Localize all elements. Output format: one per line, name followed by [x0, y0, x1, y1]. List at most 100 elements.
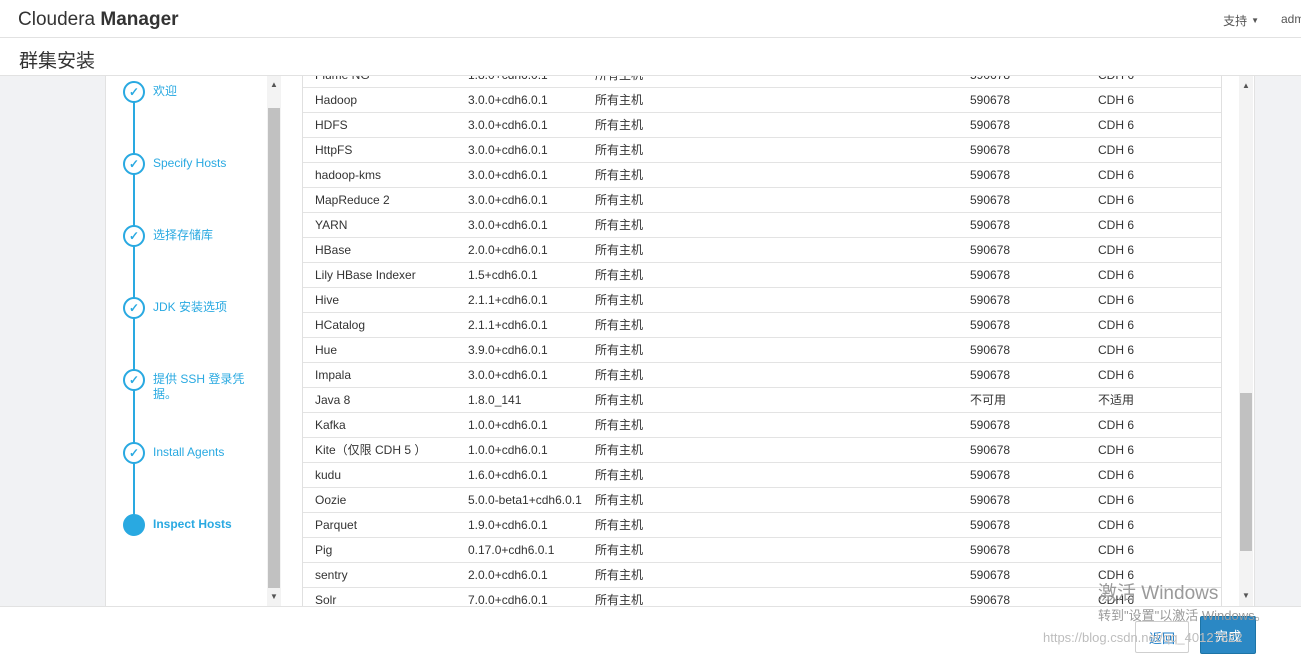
- cell-cdh: CDH 6: [1098, 168, 1135, 182]
- step-label: 选择存储库: [153, 228, 214, 242]
- cell-version: 5.0.0-beta1+cdh6.0.1: [468, 493, 582, 507]
- step-label: Specify Hosts: [153, 156, 227, 170]
- table-row: Kite（仅限 CDH 5 ） 1.0.0+cdh6.0.1 所有主机 590678 C…: [303, 438, 1221, 463]
- cell-release: 590678: [970, 518, 1011, 532]
- table-row: Impala 3.0.0+cdh6.0.1 所有主机 590678 CDH 6: [303, 363, 1221, 388]
- cell-release: 590678: [970, 468, 1011, 482]
- cell-name: Hive: [315, 293, 340, 307]
- cell-cdh: CDH 6: [1098, 193, 1135, 207]
- cell-cdh: CDH 6: [1098, 93, 1135, 107]
- cell-cdh: CDH 6: [1098, 518, 1135, 532]
- scroll-down-arrow-icon[interactable]: ▼: [1242, 591, 1250, 600]
- cell-version: 3.0.0+cdh6.0.1: [468, 368, 548, 382]
- cell-hosts: 所有主机: [595, 393, 644, 407]
- finish-button[interactable]: 完成: [1200, 616, 1256, 654]
- cell-release: 590678: [970, 293, 1011, 307]
- table-row: Pig 0.17.0+cdh6.0.1 所有主机 590678 CDH 6: [303, 538, 1221, 563]
- cell-name: sentry: [315, 568, 348, 582]
- table-row: HBase 2.0.0+cdh6.0.1 所有主机 590678 CDH 6: [303, 238, 1221, 263]
- cell-hosts: 所有主机: [595, 343, 644, 357]
- cell-release: 590678: [970, 568, 1011, 582]
- cell-version: 2.0.0+cdh6.0.1: [468, 243, 548, 257]
- table-row: Hue 3.9.0+cdh6.0.1 所有主机 590678 CDH 6: [303, 338, 1221, 363]
- brand-bold: Manager: [100, 9, 179, 30]
- cell-hosts: 所有主机: [595, 368, 644, 382]
- wizard-panel: ✓ 欢迎 ✓ Specify Hosts ✓ 选择存储库 ✓ JDK 安装选项 …: [105, 76, 1255, 606]
- cell-hosts: 所有主机: [595, 293, 644, 307]
- cell-hosts: 所有主机: [595, 493, 644, 507]
- scroll-down-arrow-icon[interactable]: ▼: [270, 592, 278, 601]
- scrollbar-thumb[interactable]: [1240, 393, 1252, 551]
- scroll-up-arrow-icon[interactable]: ▲: [1242, 81, 1250, 90]
- table-row: HttpFS 3.0.0+cdh6.0.1 所有主机 590678 CDH 6: [303, 138, 1221, 163]
- cell-cdh: CDH 6: [1098, 318, 1135, 332]
- cell-release: 590678: [970, 443, 1011, 457]
- step-label: Install Agents: [153, 445, 225, 459]
- cell-hosts: 所有主机: [595, 318, 644, 332]
- cell-release: 590678: [970, 543, 1011, 557]
- cell-version: 3.0.0+cdh6.0.1: [468, 143, 548, 157]
- cell-hosts: 所有主机: [595, 518, 644, 532]
- check-icon: ✓: [123, 153, 145, 175]
- cell-name: Parquet: [315, 518, 358, 532]
- wizard-footer: 返回 完成: [0, 606, 1301, 658]
- cell-cdh: CDH 6: [1098, 293, 1135, 307]
- component-version-table: Flume NG1.8.0+cdh6.0.1所有主机590678CDH 6Had…: [302, 76, 1222, 606]
- scroll-up-arrow-icon[interactable]: ▲: [270, 80, 278, 89]
- table-row: Hive 2.1.1+cdh6.0.1 所有主机 590678 CDH 6: [303, 288, 1221, 313]
- cell-cdh: CDH 6: [1098, 218, 1135, 232]
- steps-scrollbar[interactable]: ▲ ▼: [267, 76, 281, 606]
- table-body: Flume NG1.8.0+cdh6.0.1所有主机590678CDH 6Had…: [303, 76, 1221, 606]
- cell-release: 590678: [970, 593, 1011, 606]
- cell-name: kudu: [315, 468, 342, 482]
- check-icon: ✓: [123, 225, 145, 247]
- table-row: YARN 3.0.0+cdh6.0.1 所有主机 590678 CDH 6: [303, 213, 1221, 238]
- cell-release: 590678: [970, 93, 1011, 107]
- cell-version: 2.0.0+cdh6.0.1: [468, 568, 548, 582]
- cell-version: 1.9.0+cdh6.0.1: [468, 518, 548, 532]
- table-row: HDFS 3.0.0+cdh6.0.1 所有主机 590678 CDH 6: [303, 113, 1221, 138]
- cell-cdh: CDH 6: [1098, 418, 1135, 432]
- cell-cdh: CDH 6: [1098, 76, 1134, 88]
- table-row: HCatalog 2.1.1+cdh6.0.1 所有主机 590678 CDH 6: [303, 313, 1221, 338]
- check-icon: ✓: [123, 297, 145, 319]
- check-icon: ✓: [123, 442, 145, 464]
- support-menu[interactable]: 支持 ▼: [1223, 12, 1259, 29]
- check-icon: ✓: [123, 81, 145, 103]
- step-label: Inspect Hosts: [153, 517, 232, 531]
- cell-version: 3.9.0+cdh6.0.1: [468, 343, 548, 357]
- user-menu[interactable]: adm: [1281, 12, 1301, 26]
- cell-version: 1.8.0_141: [468, 393, 522, 407]
- cell-release: 590678: [970, 418, 1011, 432]
- cell-version: 1.8.0+cdh6.0.1: [468, 76, 548, 88]
- cell-name: Kite（仅限 CDH 5 ）: [315, 443, 427, 457]
- cell-cdh: CDH 6: [1098, 268, 1135, 282]
- cell-cdh: CDH 6: [1098, 143, 1135, 157]
- table-row: Java 8 1.8.0_141 所有主机 不可用 不适用: [303, 388, 1221, 413]
- cell-hosts: 所有主机: [595, 418, 644, 432]
- table-scrollbar[interactable]: ▲ ▼: [1239, 76, 1253, 606]
- cell-name: Flume NG: [315, 76, 370, 88]
- brand-logo[interactable]: Cloudera Manager: [18, 9, 179, 31]
- cell-name: HCatalog: [315, 318, 366, 332]
- step-label: JDK 安装选项: [153, 300, 228, 314]
- cell-hosts: 所有主机: [595, 568, 644, 582]
- cell-name: Pig: [315, 543, 333, 557]
- cell-version: 3.0.0+cdh6.0.1: [468, 218, 548, 232]
- cell-cdh: CDH 6: [1098, 493, 1135, 507]
- cell-release: 不可用: [970, 393, 1007, 407]
- table-row: Lily HBase Indexer 1.5+cdh6.0.1 所有主机 590678…: [303, 263, 1221, 288]
- top-navbar: Cloudera Manager 支持 ▼ adm: [0, 0, 1301, 38]
- cell-release: 590678: [970, 343, 1011, 357]
- cell-release: 590678: [970, 268, 1011, 282]
- cell-version: 3.0.0+cdh6.0.1: [468, 118, 548, 132]
- back-button[interactable]: 返回: [1135, 621, 1189, 653]
- scrollbar-thumb[interactable]: [268, 108, 280, 588]
- cell-release: 590678: [970, 168, 1011, 182]
- cell-release: 590678: [970, 493, 1011, 507]
- cell-cdh: CDH 6: [1098, 443, 1135, 457]
- caret-down-icon: ▼: [1251, 16, 1259, 25]
- cell-version: 1.0.0+cdh6.0.1: [468, 418, 548, 432]
- cell-cdh: CDH 6: [1098, 568, 1135, 582]
- cell-version: 0.17.0+cdh6.0.1: [468, 543, 555, 557]
